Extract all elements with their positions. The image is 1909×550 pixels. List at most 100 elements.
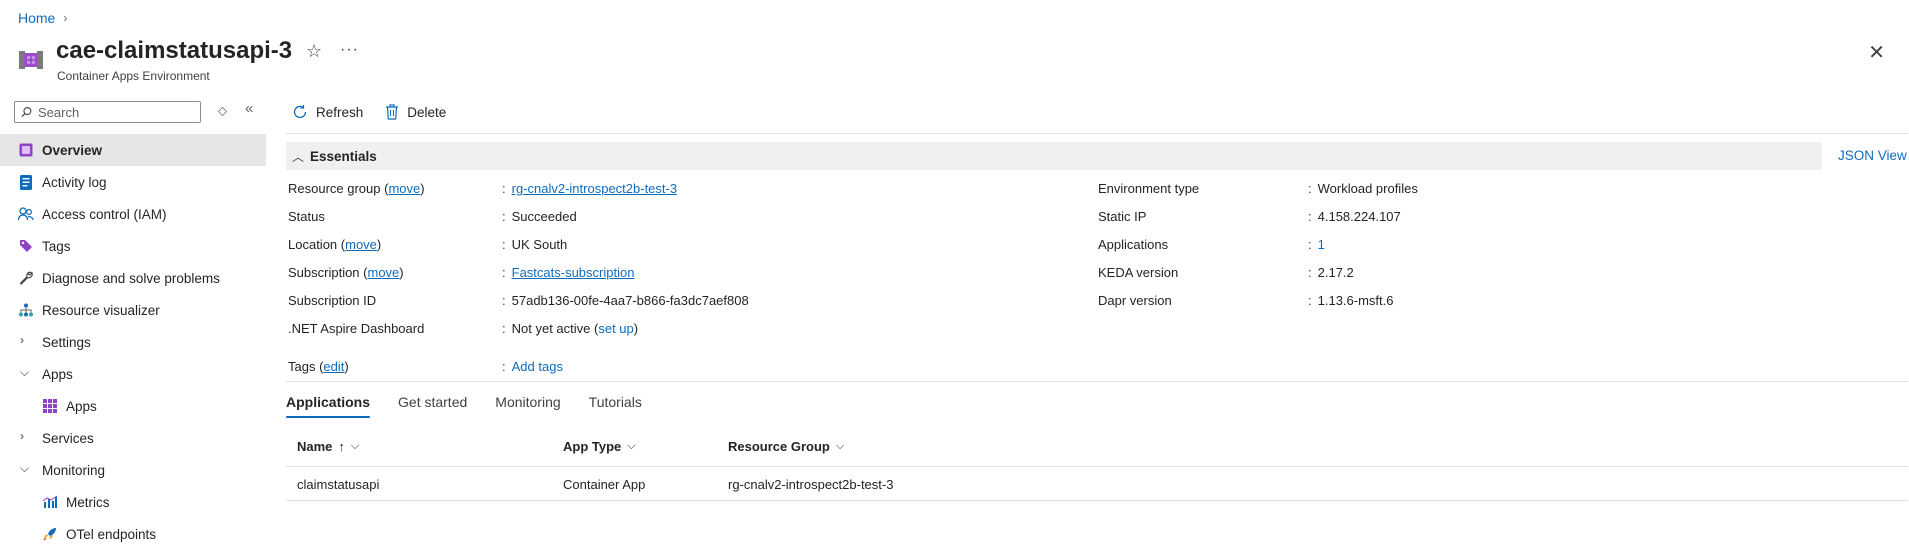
sidebar-group-settings[interactable]: › Settings (0, 326, 266, 358)
divider (286, 381, 1908, 382)
sidebar-group-services[interactable]: › Services (0, 422, 266, 454)
subscription-id-label: Subscription ID (288, 293, 377, 308)
environment-type-value: : Workload profiles (1308, 181, 1418, 196)
sort-ascending-icon: ↑ (338, 439, 345, 454)
subscription-value: : Fastcats-subscription (502, 265, 635, 280)
tab-monitoring[interactable]: Monitoring (495, 392, 560, 418)
grid-icon (42, 398, 58, 414)
divider (286, 466, 1908, 467)
column-header-resource-group[interactable]: Resource Group ⌵ (728, 439, 844, 454)
environment-type-label: Environment type (1098, 181, 1200, 196)
wrench-icon (18, 270, 34, 286)
aspire-setup-link[interactable]: set up (598, 321, 633, 336)
hierarchy-icon (18, 302, 34, 318)
location-value: : UK South (502, 237, 568, 252)
people-icon (18, 206, 34, 222)
location-label: Location (move) (288, 237, 382, 252)
tags-value: : Add tags (502, 359, 563, 374)
refresh-icon (293, 105, 307, 119)
resource-group-value: : rg-cnalv2-introspect2b-test-3 (502, 181, 678, 196)
essentials-toggle[interactable]: ︿ Essentials (286, 142, 1822, 170)
tags-label: Tags (edit) (288, 359, 349, 374)
sidebar-item-metrics[interactable]: Metrics (0, 486, 266, 518)
divider (286, 133, 1908, 134)
app-type-cell: Container App (563, 477, 646, 492)
breadcrumb: Home › (18, 10, 67, 26)
keda-version-label: KEDA version (1098, 265, 1179, 280)
keda-version-value: :2.17.2 (1308, 265, 1354, 280)
sidebar-item-otel-endpoints[interactable]: OTel endpoints (0, 518, 266, 550)
subscription-link[interactable]: Fastcats-subscription (512, 265, 635, 280)
chevron-right-icon: › (20, 333, 24, 347)
breadcrumb-home-link[interactable]: Home (18, 10, 55, 26)
chevron-down-icon: ⌵ (350, 440, 360, 452)
sidebar-search-input[interactable] (36, 103, 200, 121)
sidebar-nav: Overview Activity log Access control (IA… (0, 134, 266, 550)
aspire-dashboard-value: : Not yet active (set up) (502, 321, 639, 336)
page-subtitle: Container Apps Environment (57, 69, 210, 83)
column-header-name[interactable]: Name ↑ ⌵ (297, 439, 359, 454)
sidebar-group-apps[interactable]: ⌵ Apps (0, 358, 266, 390)
chevron-down-icon: ⌵ (835, 440, 845, 452)
column-header-app-type[interactable]: App Type ⌵ (563, 439, 636, 454)
subscription-id-value: :57adb136-00fe-4aa7-b866-fa3dc7aef808 (502, 293, 749, 308)
tab-tutorials[interactable]: Tutorials (589, 392, 642, 418)
star-icon[interactable]: ☆ (306, 41, 322, 62)
add-tags-link[interactable]: Add tags (512, 359, 563, 374)
sidebar-item-activity-log[interactable]: Activity log (0, 166, 266, 198)
dapr-version-value: :1.13.6-msft.6 (1308, 293, 1394, 308)
subscription-move-link[interactable]: move (368, 265, 400, 280)
sidebar-item-access-control[interactable]: Access control (IAM) (0, 198, 266, 230)
refresh-button[interactable]: Refresh (292, 104, 363, 120)
overview-icon (18, 142, 34, 158)
sidebar-item-diagnose[interactable]: Diagnose and solve problems (0, 262, 266, 294)
status-label: Status (288, 209, 325, 224)
tab-bar: Applications Get started Monitoring Tuto… (286, 392, 670, 418)
applications-value: :1 (1308, 237, 1325, 252)
tag-icon (18, 238, 34, 254)
resource-group-cell: rg-cnalv2-introspect2b-test-3 (728, 477, 894, 492)
static-ip-label: Static IP (1098, 209, 1147, 224)
json-view-link[interactable]: JSON View (1838, 148, 1907, 163)
command-bar: Refresh Delete (292, 104, 446, 120)
container-apps-environment-icon (19, 51, 43, 69)
chevron-down-icon: ⌵ (20, 461, 30, 475)
location-move-link[interactable]: move (345, 237, 377, 252)
tags-edit-link[interactable]: edit (323, 359, 344, 374)
sidebar-item-tags[interactable]: Tags (0, 230, 266, 262)
activity-log-icon (18, 174, 34, 190)
chevron-right-icon: › (63, 11, 68, 25)
tab-get-started[interactable]: Get started (398, 392, 467, 418)
delete-button[interactable]: Delete (385, 104, 446, 120)
resource-group-label: Resource group (move) (288, 181, 425, 196)
aspire-dashboard-label: .NET Aspire Dashboard (288, 321, 425, 336)
chevron-down-icon: ⌵ (20, 365, 30, 379)
close-icon[interactable]: ✕ (1868, 40, 1885, 65)
chevron-right-icon: › (20, 429, 24, 443)
resource-group-move-link[interactable]: move (388, 181, 420, 196)
more-options-icon[interactable]: ··· (340, 41, 359, 59)
divider (286, 500, 1908, 501)
status-value: : Succeeded (502, 209, 577, 224)
page-title: cae-claimstatusapi-3 (56, 37, 293, 64)
collapse-sidebar-icon[interactable]: « (245, 100, 253, 117)
chevron-up-icon: ︿ (292, 149, 305, 164)
tab-applications[interactable]: Applications (286, 392, 371, 418)
search-icon (21, 107, 32, 118)
sidebar-item-overview[interactable]: Overview (0, 134, 266, 166)
sidebar-search[interactable] (14, 101, 201, 123)
sidebar-group-monitoring[interactable]: ⌵ Monitoring (0, 454, 266, 486)
app-name-link[interactable]: claimstatusapi (297, 477, 379, 492)
sort-icon[interactable]: ⬦ (218, 103, 227, 119)
static-ip-value: :4.158.224.107 (1308, 209, 1401, 224)
dapr-version-label: Dapr version (1098, 293, 1172, 308)
applications-label: Applications (1098, 237, 1169, 252)
trash-icon (386, 104, 399, 120)
chevron-down-icon: ⌵ (627, 440, 636, 452)
sidebar-item-resource-visualizer[interactable]: Resource visualizer (0, 294, 266, 326)
applications-count-link[interactable]: 1 (1318, 237, 1325, 252)
rocket-icon (42, 526, 58, 542)
metrics-icon (42, 494, 58, 510)
resource-group-link[interactable]: rg-cnalv2-introspect2b-test-3 (512, 181, 677, 196)
sidebar-item-apps[interactable]: Apps (0, 390, 266, 422)
